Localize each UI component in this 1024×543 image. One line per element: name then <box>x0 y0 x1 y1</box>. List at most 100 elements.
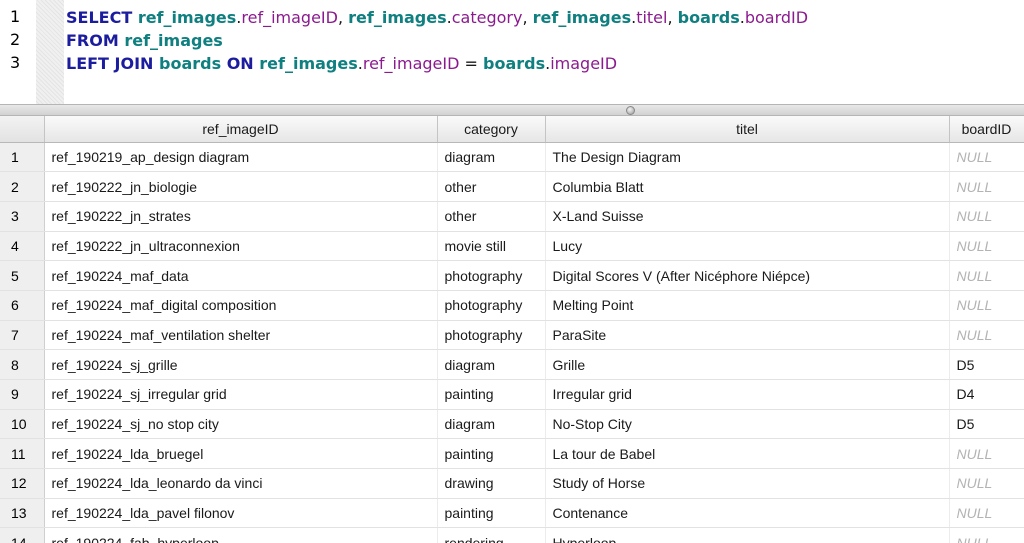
cell-category[interactable]: diagram <box>437 409 546 440</box>
sql-token: boards <box>483 54 546 73</box>
results-table: ref_imageID category titel boardID 1 ref_… <box>0 116 1024 543</box>
cell-ref-imageid[interactable]: ref_190224_lda_pavel filonov <box>44 498 438 529</box>
cell-boardid[interactable]: D5 <box>949 349 1024 380</box>
cell-category[interactable]: other <box>437 171 546 202</box>
cell-ref-imageid[interactable]: ref_190224_sj_no stop city <box>44 409 438 440</box>
cell-titel[interactable]: Irregular grid <box>545 379 950 410</box>
cell-boardid[interactable]: NULL <box>949 498 1024 529</box>
table-row[interactable]: 14 ref_190224_fab_hyperloop rendering Hyper… <box>0 527 1024 543</box>
cell-titel[interactable]: La tour de Babel <box>545 438 950 470</box>
cell-ref-imageid[interactable]: ref_190224_maf_data <box>44 260 438 291</box>
cell-titel[interactable]: No-Stop City <box>545 409 950 440</box>
cell-ref-imageid[interactable]: ref_190224_lda_leonardo da vinci <box>44 468 438 499</box>
cell-category[interactable]: photography <box>437 290 546 321</box>
cell-boardid[interactable]: NULL <box>949 320 1024 351</box>
table-row[interactable]: 10 ref_190224_sj_no stop city diagram No-St… <box>0 409 1024 440</box>
sql-editor[interactable]: 1 2 3 SELECT ref_images.ref_imageID, ref… <box>0 0 1024 104</box>
cell-titel[interactable]: Lucy <box>545 231 950 262</box>
cell-boardid[interactable]: D5 <box>949 409 1024 440</box>
table-row[interactable]: 2 ref_190222_jn_biologie other Columbia Bla… <box>0 171 1024 202</box>
cell-titel[interactable]: Digital Scores V (After Nicéphore Niépce… <box>545 260 950 291</box>
cell-category[interactable]: movie still <box>437 231 546 262</box>
cell-ref-imageid[interactable]: ref_190222_jn_biologie <box>44 171 438 202</box>
cell-ref-imageid[interactable]: ref_190224_maf_digital composition <box>44 290 438 321</box>
row-number: 12 <box>0 468 45 499</box>
row-number: 4 <box>0 231 45 262</box>
table-row[interactable]: 8 ref_190224_sj_grille diagram Grille D5 <box>0 349 1024 380</box>
row-number-header <box>0 116 45 143</box>
row-number: 7 <box>0 320 45 351</box>
cell-boardid[interactable]: NULL <box>949 201 1024 232</box>
cell-titel[interactable]: Grille <box>545 349 950 380</box>
cell-category[interactable]: drawing <box>437 468 546 499</box>
cell-category[interactable]: other <box>437 201 546 232</box>
table-row[interactable]: 13 ref_190224_lda_pavel filonov painting Co… <box>0 498 1024 529</box>
cell-ref-imageid[interactable]: ref_190222_jn_ultraconnexion <box>44 231 438 262</box>
column-header-category[interactable]: category <box>437 116 546 143</box>
cell-ref-imageid[interactable]: ref_190224_maf_ventilation shelter <box>44 320 438 351</box>
table-row[interactable]: 3 ref_190222_jn_strates other X-Land Suisse… <box>0 201 1024 232</box>
sql-token: ref_images <box>532 8 632 27</box>
cell-boardid[interactable]: NULL <box>949 438 1024 470</box>
pane-splitter[interactable] <box>0 104 1024 116</box>
table-row[interactable]: 12 ref_190224_lda_leonardo da vinci drawin… <box>0 468 1024 499</box>
cell-ref-imageid[interactable]: ref_190224_sj_grille <box>44 349 438 380</box>
cell-boardid[interactable]: NULL <box>949 260 1024 291</box>
cell-titel[interactable]: Columbia Blatt <box>545 171 950 202</box>
table-row[interactable]: 6 ref_190224_maf_digital composition photo… <box>0 290 1024 321</box>
cell-titel[interactable]: ParaSite <box>545 320 950 351</box>
cell-titel[interactable]: Melting Point <box>545 290 950 321</box>
table-row[interactable]: 7 ref_190224_maf_ventilation shelter photo… <box>0 320 1024 351</box>
sql-token: ref_imageID <box>362 54 460 73</box>
cell-category[interactable]: rendering <box>437 527 546 543</box>
cell-category[interactable]: photography <box>437 320 546 351</box>
sql-token: ON <box>226 54 260 73</box>
cell-ref-imageid[interactable]: ref_190224_fab_hyperloop <box>44 527 438 543</box>
table-row[interactable]: 4 ref_190222_jn_ultraconnexion movie still… <box>0 231 1024 262</box>
cell-category[interactable]: painting <box>437 438 546 470</box>
cell-titel[interactable]: The Design Diagram <box>545 142 950 173</box>
splitter-grip-handle[interactable] <box>626 106 635 115</box>
sql-token: ref_images <box>348 8 447 27</box>
table-row[interactable]: 1 ref_190219_ap_design diagram diagram The … <box>0 142 1024 173</box>
sql-token: ref_images <box>137 8 237 27</box>
cell-category[interactable]: diagram <box>437 349 546 380</box>
cell-boardid[interactable]: NULL <box>949 142 1024 173</box>
cell-category[interactable]: painting <box>437 498 546 529</box>
cell-ref-imageid[interactable]: ref_190224_sj_irregular grid <box>44 379 438 410</box>
cell-titel[interactable]: X-Land Suisse <box>545 201 950 232</box>
table-row[interactable]: 9 ref_190224_sj_irregular grid painting Irr… <box>0 379 1024 410</box>
cell-boardid[interactable]: NULL <box>949 290 1024 321</box>
cell-titel[interactable]: Hyperloop <box>545 527 950 543</box>
results-grid[interactable]: ref_imageID category titel boardID 1 ref_… <box>0 116 1024 543</box>
line-number: 1 <box>10 7 21 26</box>
cell-boardid[interactable]: NULL <box>949 231 1024 262</box>
column-header-ref-imageid[interactable]: ref_imageID <box>44 116 438 143</box>
sql-line-2[interactable]: FROM ref_images <box>66 30 223 52</box>
table-row[interactable]: 5 ref_190224_maf_data photography Digital S… <box>0 260 1024 291</box>
cell-boardid[interactable]: NULL <box>949 468 1024 499</box>
table-row[interactable]: 11 ref_190224_lda_bruegel painting La tour … <box>0 438 1024 470</box>
cell-category[interactable]: painting <box>437 379 546 410</box>
cell-category[interactable]: diagram <box>437 142 546 173</box>
sql-token: boards <box>159 54 227 73</box>
results-body: 1 ref_190219_ap_design diagram diagram The … <box>0 142 1024 543</box>
sql-token: FROM <box>66 31 125 50</box>
cell-ref-imageid[interactable]: ref_190222_jn_strates <box>44 201 438 232</box>
column-header-titel[interactable]: titel <box>545 116 950 143</box>
line-number: 3 <box>10 53 21 72</box>
sql-token: LEFT JOIN <box>66 54 160 73</box>
sql-token: titel <box>636 8 668 27</box>
sql-line-3[interactable]: LEFT JOIN boards ON ref_images.ref_image… <box>66 53 617 75</box>
sql-line-1[interactable]: SELECT ref_images.ref_imageID, ref_image… <box>66 7 808 29</box>
cell-ref-imageid[interactable]: ref_190224_lda_bruegel <box>44 438 438 470</box>
cell-boardid[interactable]: NULL <box>949 171 1024 202</box>
cell-boardid[interactable]: D4 <box>949 379 1024 410</box>
cell-titel[interactable]: Contenance <box>545 498 950 529</box>
row-number: 14 <box>0 527 45 543</box>
cell-category[interactable]: photography <box>437 260 546 291</box>
cell-ref-imageid[interactable]: ref_190219_ap_design diagram <box>44 142 438 173</box>
cell-boardid[interactable]: NULL <box>949 527 1024 543</box>
column-header-boardid[interactable]: boardID <box>949 116 1024 143</box>
cell-titel[interactable]: Study of Horse <box>545 468 950 499</box>
